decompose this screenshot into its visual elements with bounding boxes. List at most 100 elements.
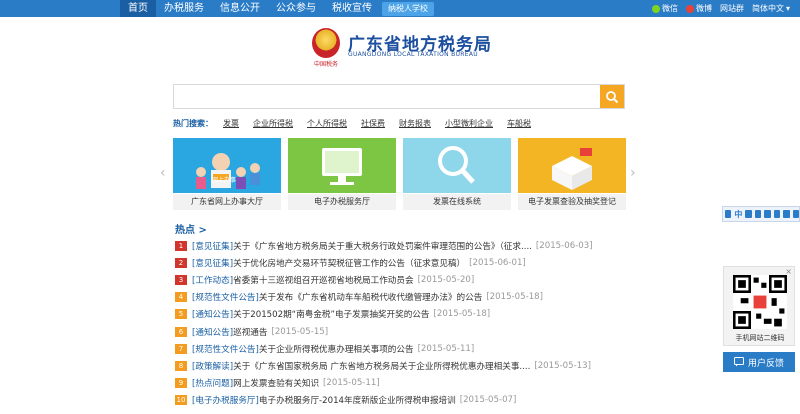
news-rank: 5 (175, 309, 187, 320)
keyboard-icon[interactable] (773, 210, 781, 218)
news-title: 网上发票查验有关知识 (233, 379, 320, 390)
main-nav: 首页 办税服务 信息公开 公众参与 税收宣传 纳税人学校 (120, 0, 434, 17)
news-date: [2015-05-15] (271, 326, 329, 337)
news-item[interactable]: 8 [政策解读] 关于《广东省国家税务局 广东省地方税务局关于企业所得税优惠办理… (175, 357, 635, 374)
menu-icon[interactable] (792, 210, 799, 218)
hot-search: 热门搜索： 发票 企业所得税 个人所得税 社保费 财务报表 小型微利企业 车船税 (173, 118, 545, 129)
news-date: [2015-05-13] (534, 360, 592, 371)
tile-online-hall[interactable]: 网上办事 广东省网上办事大厅 (173, 138, 281, 210)
news-title: 关于发布《广东省机动车车船税代收代缴管理办法》的公告 (258, 293, 483, 304)
nav-tax-service[interactable]: 办税服务 (156, 0, 212, 17)
news-date: [2015-05-18] (433, 309, 491, 320)
hot-news-title[interactable]: 热点 > (175, 221, 207, 236)
news-category: [规范性文件公告] (192, 344, 259, 355)
user-feedback-button[interactable]: 用户反馈 (723, 352, 795, 372)
qr-code-icon (733, 275, 787, 329)
magnifier-icon (403, 138, 511, 193)
top-nav-bar: 首页 办税服务 信息公开 公众参与 税收宣传 纳税人学校 微信 微博 网站群 简… (0, 0, 800, 17)
hot-search-link[interactable]: 小型微利企业 (445, 118, 493, 129)
news-item[interactable]: 4 [规范性文件公告] 关于发布《广东省机动车车船税代收代缴管理办法》的公告 [… (175, 289, 635, 306)
tile-label: 电子办税服务厅 (288, 194, 396, 210)
site-group-link[interactable]: 网站群 (720, 3, 744, 14)
site-logo[interactable]: 广东省地方税务局 GUANGDONG LOCAL TAXATION BUREAU… (312, 28, 502, 70)
online-hall-illustration: 网上办事 (173, 138, 281, 193)
news-item[interactable]: 10 [电子办税服务厅] 电子办税服务厅-2014年度新版企业所得税申报培训 [… (175, 392, 635, 409)
wechat-icon (651, 4, 660, 13)
punctuation-icon[interactable] (754, 210, 762, 218)
news-rank: 3 (175, 274, 187, 285)
news-title: 关于优化房地产交易环节契税征管工作的公告（征求意见稿） (233, 258, 466, 269)
emoji-icon[interactable] (764, 210, 771, 218)
chevron-down-icon: ▾ (785, 4, 790, 13)
nav-info-disclosure[interactable]: 信息公开 (212, 0, 268, 17)
news-item[interactable]: 1 [意见征集] 关于《广东省地方税务局关于重大税务行政处罚案件审理范围的公告》… (175, 237, 635, 254)
search-input[interactable] (174, 85, 602, 108)
carousel-next-arrow-icon[interactable]: › (630, 165, 636, 181)
service-tiles: 网上办事 广东省网上办事大厅 电子办税服务厅 发票在线系统 电子发票查验及抽奖登… (173, 138, 626, 212)
news-date: [2015-06-03] (535, 240, 593, 251)
news-rank: 8 (175, 360, 187, 371)
news-title: 省委第十三巡视组召开巡视省地税局工作动员会 (233, 275, 414, 286)
news-category: [通知公告] (192, 310, 234, 321)
logo-seal-text: 中国税务 (314, 61, 339, 68)
computer-icon (288, 138, 396, 193)
qr-code-panel: × 手机网站二维码 (723, 266, 795, 346)
news-category: [意见征集] (192, 241, 234, 252)
logo-icon[interactable] (725, 210, 732, 218)
hot-search-link[interactable]: 社保费 (361, 118, 385, 129)
tile-e-tax-hall[interactable]: 电子办税服务厅 (288, 138, 396, 210)
news-rank: 4 (175, 292, 187, 303)
news-category: [电子办税服务厅] (192, 396, 259, 407)
news-item[interactable]: 9 [热点问题] 网上发票查验有关知识 [2015-05-11] (175, 375, 635, 392)
news-rank: 9 (175, 378, 187, 389)
nav-public-participation[interactable]: 公众参与 (268, 0, 324, 17)
national-emblem-icon (312, 28, 340, 58)
news-category: [意见征集] (192, 258, 234, 269)
feedback-label: 用户反馈 (747, 358, 784, 369)
hot-search-link[interactable]: 发票 (223, 118, 239, 129)
news-item[interactable]: 2 [意见征集] 关于优化房地产交易环节契税征管工作的公告（征求意见稿） [20… (175, 254, 635, 271)
news-list: 1 [意见征集] 关于《广东省地方税务局关于重大税务行政处罚案件审理范围的公告》… (175, 237, 635, 409)
carousel-prev-arrow-icon[interactable]: ‹ (160, 165, 166, 181)
wechat-link[interactable]: 微信 (651, 3, 678, 14)
news-item[interactable]: 7 [规范性文件公告] 关于企业所得税优惠办理相关事项的公告 [2015-05-… (175, 340, 635, 357)
news-item[interactable]: 6 [通知公告] 巡视通告 [2015-05-15] (175, 323, 635, 340)
search-button[interactable] (600, 85, 624, 108)
qr-label: 手机网站二维码 (735, 334, 785, 342)
hot-search-link[interactable]: 企业所得税 (253, 118, 293, 129)
nav-tax-promotion[interactable]: 税收宣传 (324, 0, 380, 17)
wechat-label: 微信 (661, 4, 678, 13)
search-icon (606, 90, 619, 103)
microphone-icon[interactable] (783, 210, 790, 218)
news-item[interactable]: 3 [工作动态] 省委第十三巡视组召开巡视省地税局工作动员会 [2015-05-… (175, 271, 635, 288)
hot-search-link[interactable]: 财务报表 (399, 118, 431, 129)
news-category: [政策解读] (192, 361, 234, 372)
weibo-label: 微博 (695, 4, 712, 13)
news-rank: 2 (175, 257, 187, 268)
news-category: [工作动态] (192, 275, 234, 286)
tile-label: 广东省网上办事大厅 (173, 194, 281, 210)
news-title: 关于《广东省国家税务局 广东省地方税务局关于企业所得税优惠办理相关事.... (233, 361, 531, 372)
news-item[interactable]: 5 [通知公告] 关于201502期“南粤金税”电子发票抽奖开奖的公告 [201… (175, 306, 635, 323)
news-rank: 6 (175, 326, 187, 337)
top-right-links: 微信 微博 网站群 简体中文 ▾ (651, 0, 790, 17)
tile-invoice-online[interactable]: 发票在线系统 (403, 138, 511, 210)
weibo-link[interactable]: 微博 (685, 3, 712, 14)
tile-e-invoice-check[interactable]: 电子发票查验及抽奖登记 (518, 138, 626, 210)
weibo-icon (685, 4, 694, 13)
news-date: [2015-05-18] (486, 292, 543, 303)
site-group-label: 网站群 (719, 4, 744, 13)
moon-icon[interactable] (745, 210, 752, 218)
news-title: 巡视通告 (233, 327, 268, 338)
chat-bubble-icon (733, 357, 744, 367)
toolbar-lang[interactable]: 中 (734, 209, 742, 220)
news-date: [2015-06-01] (469, 257, 526, 268)
taxpayer-school-badge[interactable]: 纳税人学校 (382, 1, 434, 16)
language-select[interactable]: 简体中文 ▾ (752, 3, 790, 14)
hot-search-link[interactable]: 车船税 (507, 118, 531, 129)
hot-search-link[interactable]: 个人所得税 (307, 118, 347, 129)
news-date: [2015-05-07] (459, 395, 517, 406)
hot-search-label: 热门搜索： (173, 119, 213, 128)
news-rank: 10 (175, 395, 187, 406)
nav-home[interactable]: 首页 (120, 0, 156, 17)
